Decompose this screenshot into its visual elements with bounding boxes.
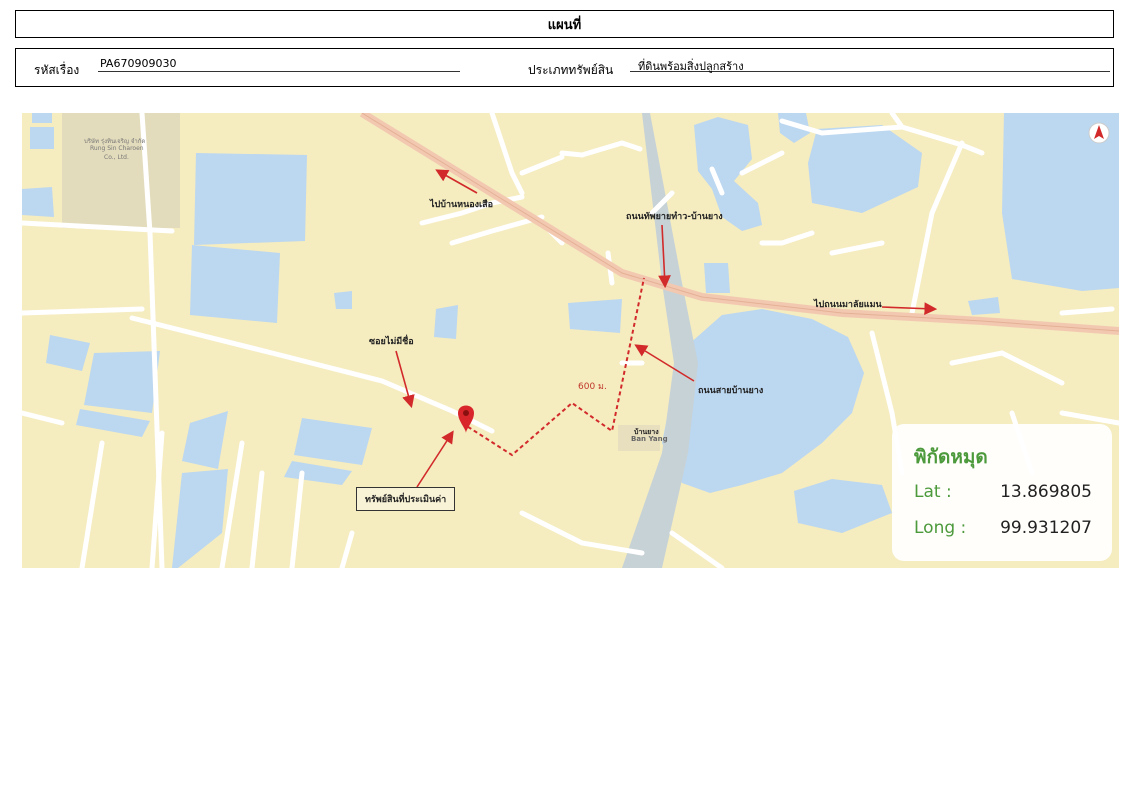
compass-icon [1088, 122, 1110, 144]
company-label-en-1: Rung Sin Charoen [90, 145, 144, 152]
long-value: 99.931207 [1000, 518, 1092, 538]
page-title: แผนที่ [15, 10, 1114, 38]
asset-type-label: ประเภททรัพย์สิน [528, 63, 614, 77]
info-panel: รหัสเรื่อง PA670909030 ประเภททรัพย์สิน ท… [15, 48, 1114, 87]
lat-value: 13.869805 [1000, 482, 1092, 502]
property-label: ทรัพย์สินที่ประเมินค่า [356, 487, 456, 511]
coordinates-card: พิกัดหมุด Lat : 13.869805 Long : 99.9312… [892, 424, 1112, 561]
label-road-thap: ถนนทัพยายทำว-บ้านยาง [626, 212, 723, 222]
lat-label: Lat : [914, 482, 952, 502]
asset-type-value: ที่ดินพร้อมสิ่งปลูกสร้าง [630, 57, 1110, 73]
company-label-en-2: Co., Ltd. [104, 154, 129, 161]
label-road-ban-yang: ถนนสายบ้านยาง [698, 386, 764, 396]
label-to-nong-suea: ไปบ้านหนองเสือ [430, 200, 494, 210]
label-distance: 600 ม. [578, 382, 607, 392]
label-to-road: ไปถนนมาลัยแมน [814, 300, 882, 310]
case-id-value: PA670909030 [98, 57, 460, 72]
label-village-en: Ban Yang [631, 435, 668, 443]
coordinates-title: พิกัดหมุด [914, 446, 988, 468]
long-label: Long : [914, 518, 967, 538]
label-soi: ซอยไม่มีชื่อ [369, 337, 414, 347]
case-id-label: รหัสเรื่อง [34, 63, 80, 77]
location-map[interactable]: บริษัท รุ่งทินเจริญ จำกัด Rung Sin Charo… [22, 113, 1119, 568]
